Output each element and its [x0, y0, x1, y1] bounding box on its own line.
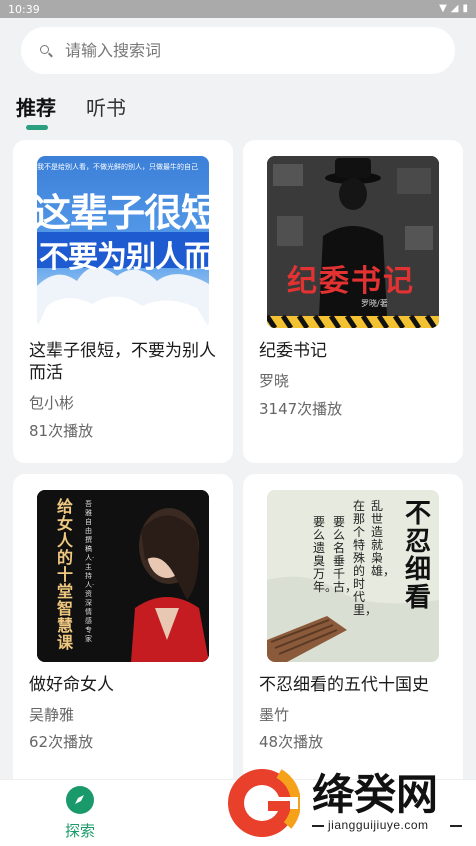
- book-plays: 3147次播放: [259, 400, 343, 418]
- signal-icon: ◢: [450, 3, 459, 14]
- cover-poem-line-4: 要么遗臭万年。: [313, 515, 338, 594]
- book-card[interactable]: 不忍细看 乱世造就枭雄， 在那个特殊的时代里， 要么名垂千古， 要么遗臭万年。 …: [243, 474, 463, 797]
- tab-recommend-label: 推荐: [16, 96, 56, 120]
- book-cover: 不忍细看 乱世造就枭雄， 在那个特殊的时代里， 要么名垂千古， 要么遗臭万年。: [267, 490, 439, 662]
- watermark-brand: 绛癸网: [312, 770, 439, 819]
- book-card[interactable]: 我不是给别人看，不做光鲜的别人，只做最牛的自己 这辈子很短 不要为别人而活 这辈…: [13, 140, 233, 463]
- cover-poem-line-1: 乱世造就枭雄，: [371, 499, 396, 578]
- book-cover: 我不是给别人看，不做光鲜的别人，只做最牛的自己 这辈子很短 不要为别人而活: [37, 156, 209, 328]
- tab-audiobook[interactable]: 听书: [86, 92, 126, 132]
- book-title: 不忍细看的五代十国史: [259, 675, 429, 695]
- book-title: 纪委书记: [259, 341, 327, 361]
- compass-icon: [66, 786, 94, 814]
- nav-item-explore[interactable]: 探索: [40, 786, 120, 841]
- book-author: 罗晓: [259, 372, 290, 390]
- status-icons: ▼ ◢ ▮: [439, 4, 468, 14]
- cover-line-1: 这辈子很短: [37, 191, 209, 235]
- cover-vertical-text: 给女人的十堂智慧课: [57, 497, 74, 652]
- cover-line-2: 不要为别人而活: [39, 240, 209, 275]
- search-bar[interactable]: [21, 27, 455, 74]
- book-card[interactable]: 纪委书记 罗晓/著 纪委书记 罗晓 3147次播放: [243, 140, 463, 463]
- status-time: 10:39: [8, 2, 40, 16]
- tab-audiobook-label: 听书: [86, 96, 126, 120]
- watermark-url: jiangguijiuye.com: [328, 818, 429, 832]
- book-plays: 62次播放: [29, 733, 94, 751]
- cover-byline: 罗晓/著: [361, 299, 388, 308]
- watermark: 绛癸网 jiangguijiuye.com: [220, 755, 476, 846]
- search-input[interactable]: [65, 41, 425, 60]
- book-plays: 48次播放: [259, 733, 324, 751]
- nav-item-label: 探索: [64, 822, 95, 840]
- wifi-icon: ▼: [439, 3, 447, 14]
- tab-recommend[interactable]: 推荐: [16, 92, 56, 132]
- book-author: 包小彬: [29, 394, 75, 412]
- cover-art-2: [267, 156, 439, 328]
- book-card[interactable]: 给女人的十堂智慧课 吾雅 自由撰稿人·主持人·资深情感专家 做好命女人 吴静雅 …: [13, 474, 233, 797]
- book-plays: 81次播放: [29, 422, 94, 440]
- book-title: 这辈子很短，不要为别人而活: [29, 341, 216, 383]
- book-author: 墨竹: [259, 706, 290, 724]
- cover-big-text: 不忍细看: [405, 499, 432, 613]
- cover-main-text: 纪委书记: [287, 264, 415, 299]
- battery-icon: ▮: [462, 3, 468, 14]
- search-icon: [39, 44, 53, 58]
- tab-bar: 推荐 听书: [16, 92, 126, 132]
- book-title: 做好命女人: [29, 675, 114, 695]
- tab-active-indicator: [26, 125, 48, 130]
- cover-top-text: 我不是给别人看，不做光鲜的别人，只做最牛的自己: [37, 163, 198, 171]
- book-cover: 给女人的十堂智慧课 吾雅 自由撰稿人·主持人·资深情感专家: [37, 490, 209, 662]
- watermark-logo-icon: [223, 764, 300, 842]
- cover-poem-line-2: 在那个特殊的时代里，: [353, 499, 378, 617]
- book-author: 吴静雅: [29, 706, 75, 724]
- cover-side-text: 吾雅 自由撰稿人·主持人·资深情感专家: [85, 500, 95, 643]
- status-bar: 10:39 ▼ ◢ ▮: [0, 0, 476, 18]
- book-cover: 纪委书记 罗晓/著: [267, 156, 439, 328]
